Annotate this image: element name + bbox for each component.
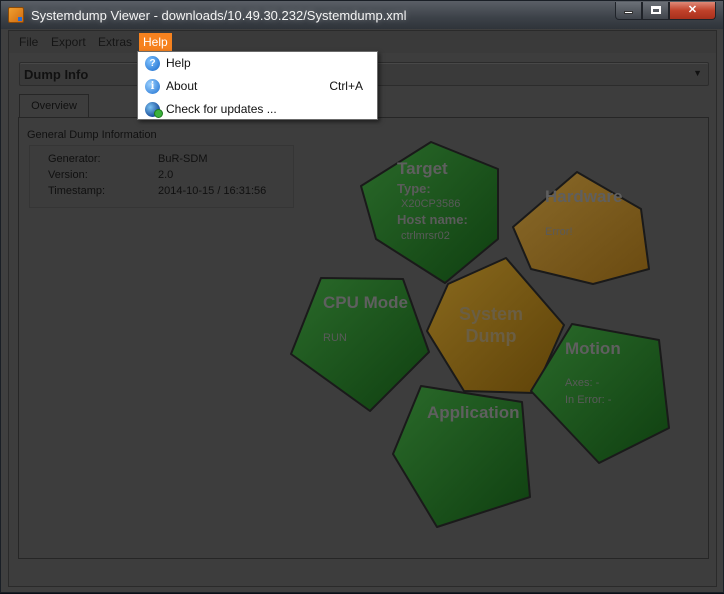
menu-item-shortcut: Ctrl+A bbox=[329, 79, 363, 93]
globe-update-icon bbox=[145, 102, 163, 118]
menu-export[interactable]: Export bbox=[47, 33, 90, 51]
menu-item-label: Help bbox=[166, 56, 191, 70]
maximize-button[interactable] bbox=[642, 2, 669, 20]
help-icon: ? bbox=[145, 56, 160, 71]
menu-help[interactable]: Help bbox=[139, 33, 172, 51]
info-key: Timestamp: bbox=[48, 185, 106, 197]
info-value: 2014-10-15 / 16:31:56 bbox=[158, 185, 267, 197]
menu-file[interactable]: File bbox=[15, 33, 42, 51]
dump-info-box: Generator: BuR-SDM Version: 2.0 Timestam… bbox=[29, 145, 294, 208]
info-value: 2.0 bbox=[158, 169, 174, 181]
menu-item-check-updates[interactable]: Check for updates ... bbox=[138, 98, 377, 121]
window-title: Systemdump Viewer - downloads/10.49.30.2… bbox=[31, 8, 407, 23]
menu-extras[interactable]: Extras bbox=[94, 33, 136, 51]
app-icon[interactable] bbox=[8, 7, 24, 23]
help-menu-popup: ? Help i About Ctrl+A Check for updates … bbox=[137, 51, 378, 120]
close-button[interactable]: ✕ bbox=[669, 2, 716, 20]
minimize-button[interactable] bbox=[615, 2, 642, 20]
info-value: BuR-SDM bbox=[158, 153, 208, 165]
chevron-down-icon[interactable]: ▼ bbox=[693, 68, 702, 78]
maximize-icon bbox=[650, 6, 661, 14]
overview-panel: General Dump Information Generator: BuR-… bbox=[18, 117, 709, 559]
menu-item-help[interactable]: ? Help bbox=[138, 52, 377, 75]
view-selector-value: Dump Info bbox=[24, 67, 89, 82]
info-key: Generator: bbox=[48, 153, 101, 165]
tab-overview[interactable]: Overview bbox=[19, 94, 89, 118]
menu-item-label: About bbox=[166, 79, 198, 93]
info-icon: i bbox=[145, 79, 160, 94]
title-bar[interactable]: Systemdump Viewer - downloads/10.49.30.2… bbox=[1, 1, 723, 29]
menu-item-about[interactable]: i About Ctrl+A bbox=[138, 75, 377, 98]
main-window: Systemdump Viewer - downloads/10.49.30.2… bbox=[0, 0, 724, 593]
menu-item-label: Check for updates ... bbox=[166, 102, 277, 116]
minimize-icon bbox=[624, 11, 633, 14]
close-icon: ✕ bbox=[687, 4, 698, 16]
info-key: Version: bbox=[48, 169, 88, 181]
section-title: General Dump Information bbox=[27, 129, 157, 141]
menu-bar: File Export Extras Help bbox=[9, 31, 716, 53]
